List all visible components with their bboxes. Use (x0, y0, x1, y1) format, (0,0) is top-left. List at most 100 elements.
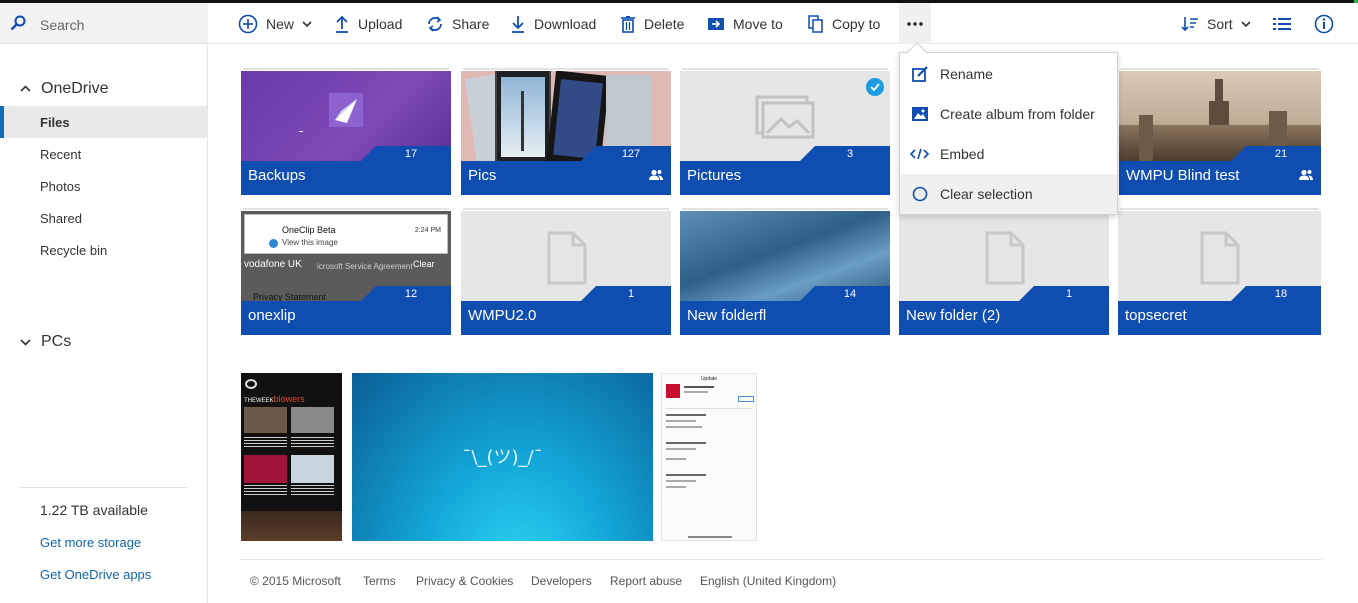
item-count: 21 (1274, 147, 1288, 160)
sidebar: OneDrive Files Recent Photos Shared Recy… (0, 44, 208, 603)
document-placeholder-icon (1200, 231, 1240, 285)
footer-language-link[interactable]: English (United Kingdom) (700, 574, 836, 588)
move-to-button[interactable]: Move to (707, 3, 783, 44)
menu-item-label: Create album from folder (940, 106, 1095, 122)
folder-name: New folderfl (687, 307, 767, 324)
folder-name: Pictures (687, 167, 742, 184)
circle-icon (912, 186, 928, 202)
folder-tile-onexlip[interactable]: OneClip Beta 2:24 PM View this image vod… (241, 208, 451, 335)
storage-available: 1.22 TB available (40, 502, 148, 518)
sidebar-item-label: Files (40, 114, 70, 130)
folder-tile-pictures[interactable]: 3 Pictures (680, 68, 890, 195)
photo-thumbnail-blowers[interactable]: THEWEEKblowers (241, 373, 342, 541)
folder-name: WMPU Blind test (1126, 167, 1240, 184)
carrier-label: vodafone UK (244, 259, 302, 270)
footer-report-abuse-link[interactable]: Report abuse (610, 574, 682, 588)
folder-tile-backups[interactable]: 17 Backups (241, 68, 451, 195)
folder-name: Pics (468, 167, 497, 184)
share-label: Share (452, 15, 490, 32)
folder-name: WMPU2.0 (468, 307, 537, 324)
download-icon (512, 15, 524, 33)
copy-to-label: Copy to (832, 15, 881, 32)
folder-name: topsecret (1125, 307, 1187, 324)
details-pane-button[interactable] (1314, 3, 1334, 44)
folder-tile-wmpu2[interactable]: 1 WMPU2.0 (461, 208, 671, 335)
sidebar-item-photos[interactable]: Photos (0, 170, 207, 202)
sidebar-item-files[interactable]: Files (0, 106, 207, 138)
app-logo-icon (329, 93, 363, 127)
chevron-down-icon (20, 339, 31, 346)
share-button[interactable]: Share (426, 3, 489, 44)
agreement-text: icrosoft Service Agreement (317, 262, 413, 271)
sidebar-item-shared[interactable]: Shared (0, 202, 207, 234)
sort-icon (1181, 16, 1198, 31)
folder-tile-wmpu-blind-test[interactable]: 21 WMPU Blind test (1119, 68, 1321, 195)
upload-label: Upload (358, 15, 403, 32)
download-button[interactable]: Download (510, 3, 596, 44)
sidebar-section-pcs[interactable]: PCs (20, 333, 71, 351)
view-toggle-button[interactable] (1273, 3, 1291, 44)
sidebar-item-recycle-bin[interactable]: Recycle bin (0, 234, 207, 266)
notification-title: OneClip Beta (282, 225, 336, 235)
sidebar-section-label: OneDrive (41, 80, 109, 97)
footer-privacy-link[interactable]: Privacy & Cookies (416, 574, 513, 588)
folder-tile-new-folder-2[interactable]: 1 New folder (2) (899, 208, 1109, 335)
info-icon (1314, 14, 1334, 33)
sort-label: Sort (1207, 15, 1233, 32)
upload-button[interactable]: Upload (334, 3, 402, 44)
footer-developers-link[interactable]: Developers (531, 574, 592, 588)
sidebar-section-onedrive[interactable]: OneDrive (20, 80, 109, 98)
new-button[interactable]: New (238, 3, 312, 44)
menu-item-clear-selection[interactable]: Clear selection (900, 174, 1117, 214)
share-icon (428, 15, 442, 32)
get-onedrive-apps-link[interactable]: Get OneDrive apps (40, 567, 151, 582)
copy-to-button[interactable]: Copy to (808, 3, 880, 44)
folder-tile-pics[interactable]: 127 Pics (461, 68, 671, 195)
selected-check-icon[interactable] (866, 78, 884, 96)
magazine-title: THEWEEKblowers (244, 394, 305, 404)
item-count: 127 (621, 147, 641, 160)
search-box[interactable]: Search (0, 3, 208, 44)
document-placeholder-icon (985, 231, 1025, 285)
clear-label: Clear (413, 259, 435, 269)
more-button[interactable] (899, 3, 931, 44)
footer-copyright: © 2015 Microsoft (250, 574, 341, 588)
folder-tile-topsecret[interactable]: 18 topsecret (1118, 208, 1321, 335)
rename-icon (912, 66, 928, 82)
sidebar-item-label: Photos (40, 178, 81, 194)
search-input[interactable]: Search (40, 17, 84, 33)
download-label: Download (534, 15, 597, 32)
app-icon (269, 239, 278, 248)
delete-button[interactable]: Delete (620, 3, 684, 44)
search-icon (10, 15, 26, 31)
menu-item-rename[interactable]: Rename (900, 54, 1117, 94)
folder-name: New folder (2) (906, 307, 1001, 324)
copy-icon (808, 14, 823, 33)
get-more-storage-link[interactable]: Get more storage (40, 535, 141, 550)
photo-thumbnail-shrug[interactable]: ¯\_(ツ)_/¯ (352, 373, 653, 541)
trash-icon (621, 15, 635, 33)
item-count: 3 (846, 147, 854, 160)
photo-thumbnail-update[interactable]: Update (661, 373, 757, 541)
item-count: 18 (1274, 287, 1288, 300)
magazine-title-part: THEWEEK (244, 398, 274, 404)
more-actions-menu: Rename Create album from folder Embed Cl… (899, 42, 1118, 215)
menu-item-create-album[interactable]: Create album from folder (900, 94, 1117, 134)
item-count: 1 (627, 287, 635, 300)
ellipsis-icon (907, 21, 923, 26)
picture-placeholder-icon (755, 95, 815, 139)
chevron-down-icon (1241, 20, 1251, 27)
menu-item-embed[interactable]: Embed (900, 134, 1117, 174)
item-count: 17 (404, 147, 418, 160)
sidebar-item-recent[interactable]: Recent (0, 138, 207, 170)
folder-tile-new-folderfl[interactable]: 14 New folderfl (680, 208, 890, 335)
list-view-icon (1273, 17, 1291, 30)
footer-terms-link[interactable]: Terms (363, 574, 396, 588)
folder-name: onexlip (248, 307, 296, 324)
notification-subtitle: View this image (282, 238, 338, 247)
sort-button[interactable]: Sort (1181, 3, 1251, 44)
sidebar-section-label: PCs (41, 333, 72, 350)
shared-people-icon (649, 169, 663, 180)
item-count: 1 (1065, 287, 1073, 300)
delete-label: Delete (644, 15, 685, 32)
